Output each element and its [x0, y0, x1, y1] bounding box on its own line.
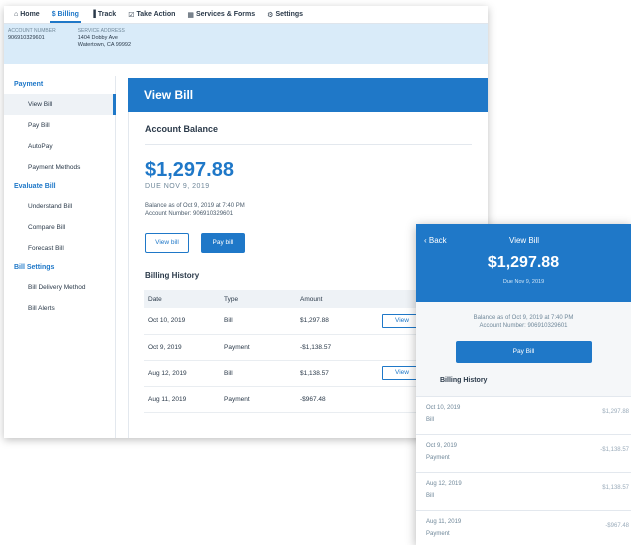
row-date: Aug 12, 2019	[144, 360, 220, 387]
mobile-billing-history-heading: Billing History	[440, 376, 488, 384]
row-type: Payment	[220, 334, 296, 361]
sidebar-item-bill-alerts[interactable]: Bill Alerts	[4, 298, 115, 319]
item-type: Bill	[426, 492, 435, 499]
sidebar: Payment View Bill Pay Bill AutoPay Payme…	[4, 76, 116, 438]
top-nav: ⌂ Home $ Billing ▐ Track ☑ Take Action ▦…	[4, 6, 488, 24]
sidebar-item-pay-bill[interactable]: Pay Bill	[4, 115, 115, 136]
row-amount: $1,138.57	[296, 360, 378, 387]
page-title: View Bill	[128, 78, 488, 112]
item-type: Payment	[426, 454, 450, 461]
row-date: Oct 9, 2019	[144, 334, 220, 361]
account-number-label: ACCOUNT NUMBER	[8, 28, 56, 34]
item-amount: $1,297.88	[602, 408, 629, 415]
sidebar-item-payment-methods[interactable]: Payment Methods	[4, 157, 115, 178]
item-type: Payment	[426, 530, 450, 537]
mobile-history-list: Oct 10, 2019 Bill $1,297.88 Oct 9, 2019 …	[416, 395, 631, 545]
sidebar-item-autopay[interactable]: AutoPay	[4, 136, 115, 157]
item-date: Oct 10, 2019	[426, 404, 461, 411]
nav-take-action-label: Take Action	[136, 11, 176, 18]
balance-as-of: Balance as of Oct 9, 2019 at 7:40 PM	[145, 203, 245, 209]
list-item[interactable]: Aug 11, 2019 Payment -$967.48	[416, 509, 631, 545]
row-amount: -$1,138.57	[296, 334, 378, 361]
mobile-back-button[interactable]: ‹ Back	[424, 236, 447, 245]
nav-track-label: Track	[97, 11, 117, 18]
sidebar-item-compare-bill[interactable]: Compare Bill	[4, 217, 115, 238]
row-date: Oct 10, 2019	[144, 308, 220, 335]
sidebar-item-understand-bill[interactable]: Understand Bill	[4, 196, 115, 217]
row-date: Aug 11, 2019	[144, 386, 220, 413]
gear-icon: ⚙	[267, 11, 274, 19]
nav-settings[interactable]: ⚙ Settings	[261, 6, 309, 23]
column-amount: Amount	[296, 290, 378, 308]
checkbox-icon: ☑	[128, 11, 135, 19]
nav-services[interactable]: ▦ Services & Forms	[181, 6, 261, 23]
mobile-balance-amount: $1,297.88	[487, 254, 560, 271]
list-item[interactable]: Oct 9, 2019 Payment -$1,138.57	[416, 433, 631, 472]
account-balance-heading: Account Balance	[145, 124, 219, 134]
row-type: Bill	[220, 360, 296, 387]
bar-chart-icon: ▐	[90, 11, 96, 18]
nav-settings-label: Settings	[275, 11, 304, 18]
nav-billing-label: $ Billing	[51, 11, 79, 18]
mobile-pay-bill-button[interactable]: Pay Bill	[455, 340, 592, 363]
sidebar-item-view-bill[interactable]: View Bill	[4, 94, 116, 115]
nav-billing[interactable]: $ Billing	[46, 6, 85, 23]
mobile-account-number: Account Number: 906910329601	[479, 323, 568, 330]
account-bar: ACCOUNT NUMBER 906910329601 SERVICE ADDR…	[4, 24, 488, 64]
mobile-balance-as-of: Balance as of Oct 9, 2019 at 7:40 PM	[473, 315, 574, 321]
nav-track[interactable]: ▐ Track	[85, 6, 122, 23]
row-amount: $1,297.88	[296, 308, 378, 335]
item-date: Aug 12, 2019	[426, 480, 462, 487]
row-type: Bill	[220, 308, 296, 335]
grid-icon: ▦	[187, 11, 194, 19]
nav-home-label: Home	[20, 11, 40, 18]
service-address-label: SERVICE ADDRESS	[77, 28, 125, 34]
mobile-balance-meta: Balance as of Oct 9, 2019 at 7:40 PM Acc…	[416, 314, 631, 331]
service-address-block: SERVICE ADDRESS 1404 Dobby Ave Watertown…	[78, 28, 131, 60]
sidebar-item-bill-delivery[interactable]: Bill Delivery Method	[4, 277, 115, 298]
service-address-line2: Watertown, CA 99992	[77, 42, 132, 49]
sidebar-item-forecast-bill[interactable]: Forecast Bill	[4, 238, 115, 259]
column-date: Date	[144, 290, 220, 308]
list-item[interactable]: Oct 10, 2019 Bill $1,297.88	[416, 395, 631, 434]
item-amount: -$967.48	[605, 522, 629, 529]
row-amount: -$967.48	[296, 386, 378, 413]
list-item[interactable]: Aug 12, 2019 Bill $1,138.57	[416, 471, 631, 510]
service-address-line1: 1404 Dobby Ave	[77, 34, 118, 41]
nav-take-action[interactable]: ☑ Take Action	[122, 6, 181, 23]
due-date: DUE NOV 9, 2019	[145, 183, 210, 190]
nav-home[interactable]: ⌂ Home	[8, 6, 46, 23]
sidebar-heading-evaluate: Evaluate Bill	[14, 183, 56, 190]
balance-meta: Balance as of Oct 9, 2019 at 7:40 PM Acc…	[145, 202, 472, 219]
column-type: Type	[220, 290, 296, 308]
item-date: Aug 11, 2019	[426, 518, 462, 525]
mobile-due-date: Due Nov 9, 2019	[502, 279, 545, 285]
mobile-view: ‹ Back View Bill $1,297.88 Due Nov 9, 20…	[416, 224, 631, 545]
account-number-block: ACCOUNT NUMBER 906910329601	[8, 28, 56, 60]
row-type: Payment	[220, 386, 296, 413]
nav-services-label: Services & Forms	[196, 11, 256, 18]
pay-bill-button[interactable]: Pay bill	[201, 232, 245, 253]
sidebar-heading-bill-settings: Bill Settings	[14, 264, 55, 271]
item-amount: $1,138.57	[602, 484, 629, 491]
item-amount: -$1,138.57	[600, 446, 629, 453]
account-number-line: Account Number: 906910329601	[145, 211, 234, 218]
mobile-header: ‹ Back View Bill $1,297.88 Due Nov 9, 20…	[416, 224, 631, 302]
item-date: Oct 9, 2019	[426, 442, 458, 449]
home-icon: ⌂	[14, 11, 19, 18]
view-bill-button[interactable]: View bill	[145, 232, 189, 253]
sidebar-heading-payment: Payment	[14, 81, 44, 88]
mobile-title: View Bill	[509, 236, 540, 245]
account-number-value: 906910329601	[8, 34, 45, 41]
balance-amount: $1,297.88	[145, 159, 234, 181]
item-type: Bill	[426, 416, 435, 423]
divider	[145, 144, 472, 145]
